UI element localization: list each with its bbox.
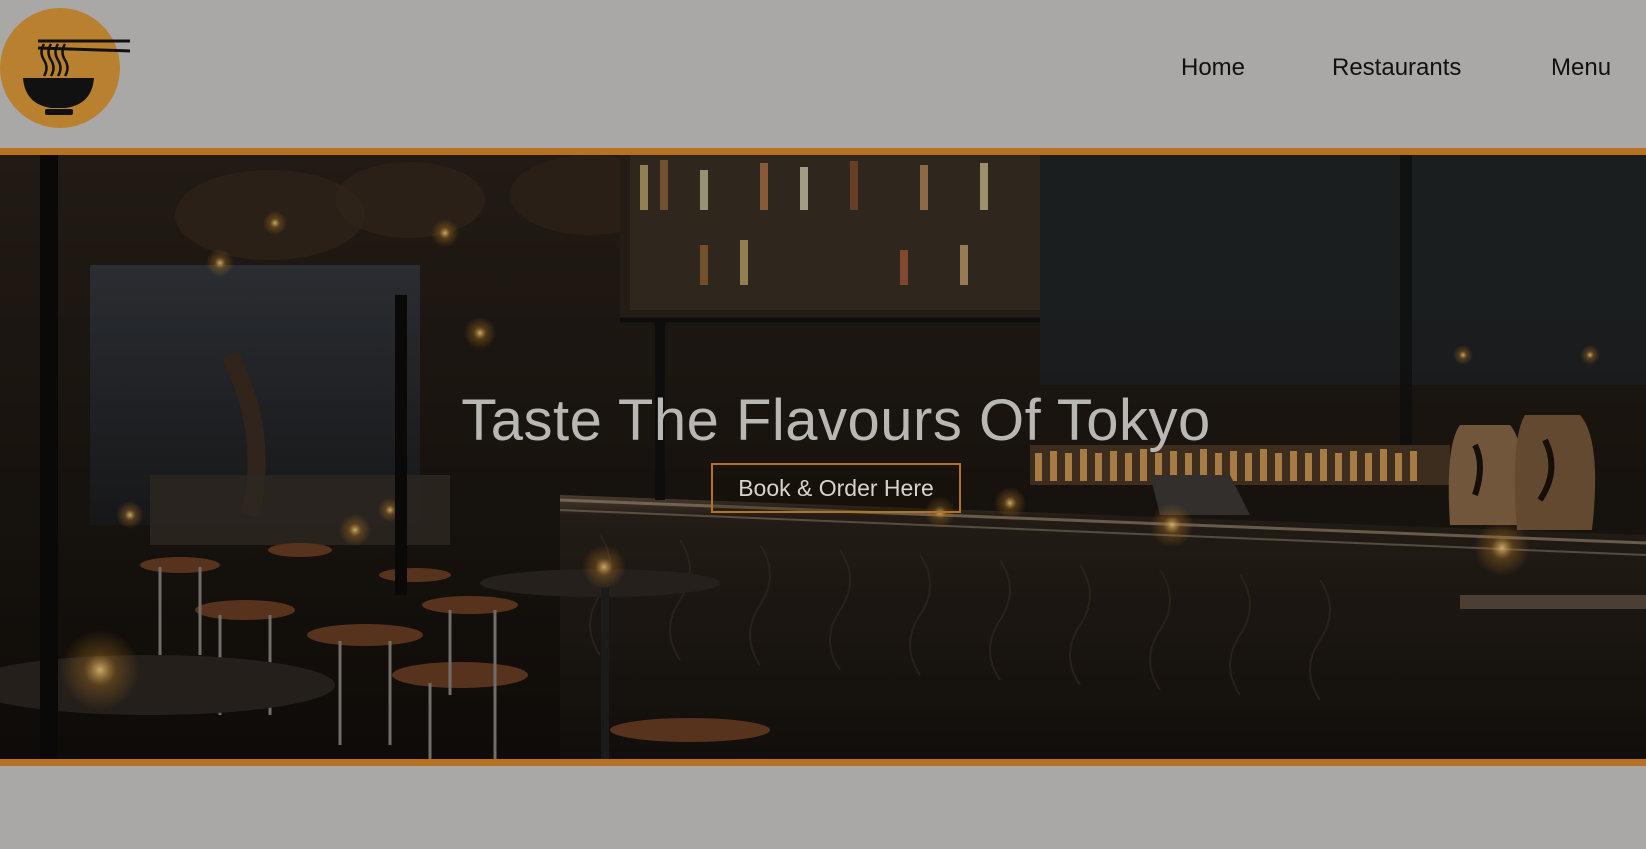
site-header: Home Restaurants Menu: [0, 0, 1646, 148]
logo[interactable]: [0, 8, 130, 128]
hero-dark-overlay: [0, 155, 1646, 759]
hero-banner: Taste The Flavours Of Tokyo Book & Order…: [0, 148, 1646, 766]
page: Home Restaurants Menu Taste The Flavours…: [0, 0, 1646, 849]
book-order-button[interactable]: Book & Order Here: [711, 463, 961, 513]
ramen-bowl-chopsticks-icon: [23, 39, 130, 115]
nav-home[interactable]: Home: [1181, 52, 1245, 84]
nav-menu[interactable]: Menu: [1551, 52, 1611, 84]
hero-title: Taste The Flavours Of Tokyo: [461, 388, 1211, 453]
nav-restaurants[interactable]: Restaurants: [1332, 52, 1461, 84]
